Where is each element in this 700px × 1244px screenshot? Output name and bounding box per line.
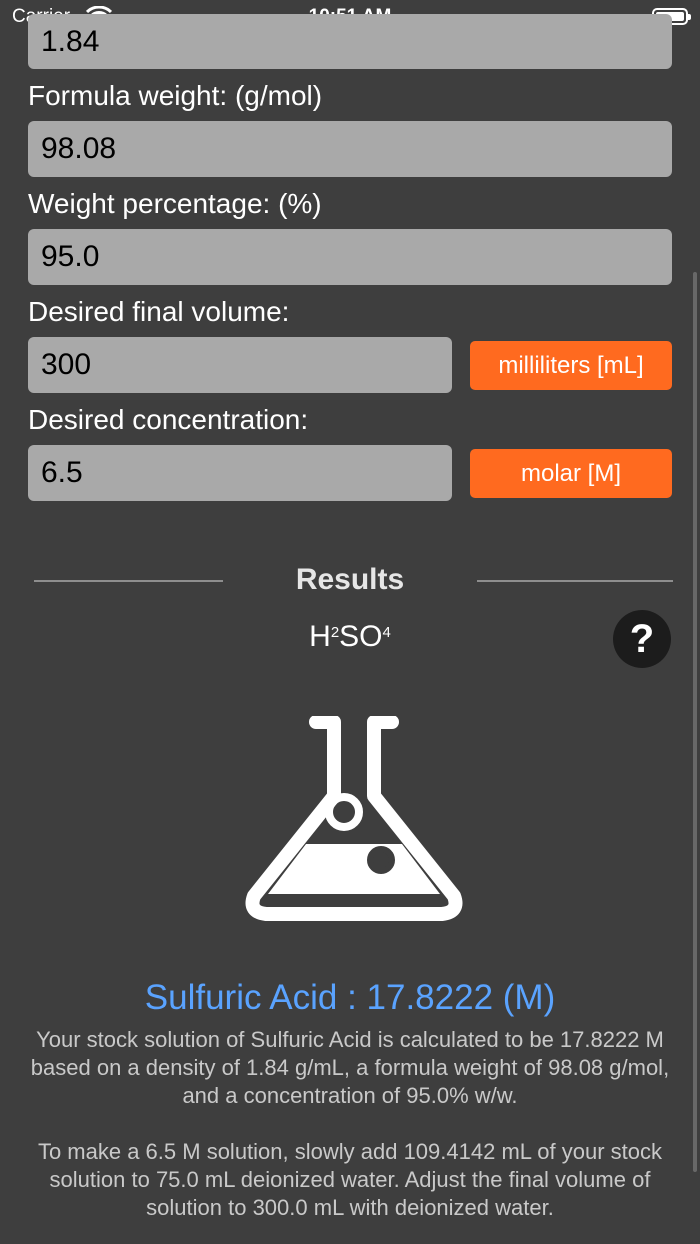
formula-weight-field[interactable]: 98.08 <box>28 121 672 177</box>
weight-percentage-value: 95.0 <box>41 240 100 273</box>
concentration-field[interactable]: 6.5 <box>28 445 452 501</box>
result-headline: Sulfuric Acid : 17.8222 (M) <box>144 978 556 1017</box>
flask-icon <box>245 716 463 921</box>
result-description-dilution: To make a 6.5 M solution, slowly add 109… <box>37 1139 663 1220</box>
final-volume-value: 300 <box>41 348 92 381</box>
formula-weight-label: Formula weight: (g/mol) <box>28 80 323 111</box>
weight-percentage-label: Weight percentage: (%) <box>28 188 322 219</box>
weight-percentage-field[interactable]: 95.0 <box>28 229 672 285</box>
density-value: 1.84 <box>41 24 100 58</box>
volume-unit-button[interactable]: milliliters [mL] <box>470 341 672 390</box>
result-description-stock: Your stock solution of Sulfuric Acid is … <box>30 1027 670 1108</box>
density-field[interactable]: 1.84 <box>28 14 672 69</box>
help-button[interactable]: ? <box>613 610 671 668</box>
formula-so: SO <box>339 620 383 653</box>
concentration-value: 6.5 <box>41 456 83 489</box>
scroll-indicator[interactable] <box>693 272 697 1172</box>
formula-weight-value: 98.08 <box>41 132 117 165</box>
concentration-label: Desired concentration: <box>28 404 309 435</box>
formula-h: H <box>309 620 331 653</box>
concentration-unit-button[interactable]: molar [M] <box>470 449 672 498</box>
chemical-formula: H2SO4 <box>0 620 700 654</box>
final-volume-field[interactable]: 300 <box>28 337 452 393</box>
formula-so-sub: 4 <box>382 624 391 641</box>
results-title: Results <box>295 563 405 596</box>
formula-h-sub: 2 <box>330 624 340 641</box>
final-volume-label: Desired final volume: <box>28 296 290 327</box>
